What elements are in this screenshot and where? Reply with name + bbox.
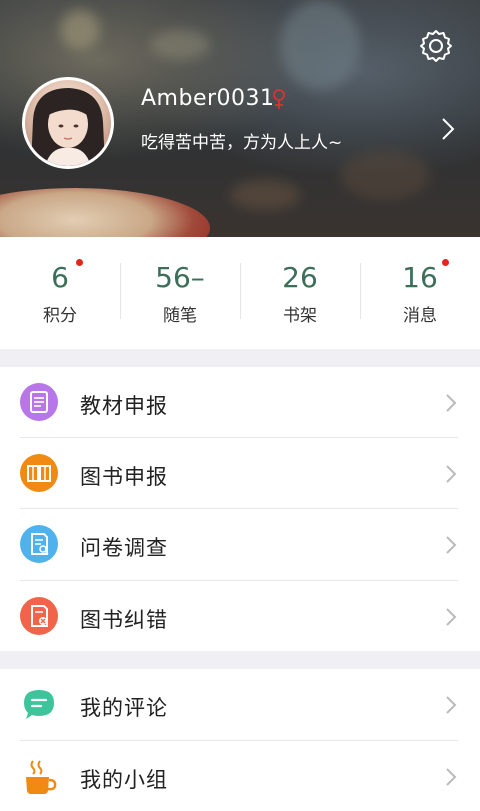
- background-bokeh: [280, 0, 360, 90]
- error-report-icon: [20, 597, 58, 635]
- stat-value: 56–: [155, 261, 205, 294]
- notification-badge: [76, 259, 83, 266]
- stat-value: 26: [282, 261, 318, 294]
- stat-label: 书架: [283, 306, 317, 326]
- menu-item-label: 图书申报: [80, 465, 168, 489]
- comment-icon: [20, 685, 58, 723]
- user-bio: 吃得苦中苦，方为人上人~: [141, 133, 343, 153]
- stat-value: 6: [51, 261, 69, 294]
- stat-points[interactable]: 6 积分: [0, 237, 120, 349]
- chevron-right-icon: [446, 536, 457, 554]
- profile-chevron-right-icon[interactable]: [440, 117, 456, 141]
- coffee-cup-icon: [20, 757, 58, 795]
- menu-item-survey[interactable]: 问卷调查: [0, 509, 480, 579]
- menu-item-label: 问卷调查: [80, 536, 168, 560]
- settings-gear-icon[interactable]: [418, 28, 454, 64]
- stat-notes[interactable]: 56– 随笔: [120, 237, 240, 349]
- stat-label: 消息: [403, 306, 437, 326]
- stat-label: 积分: [43, 306, 77, 326]
- menu-item-label: 教材申报: [80, 394, 168, 418]
- background-bokeh: [340, 150, 430, 200]
- menu-item-book-errata[interactable]: 图书纠错: [0, 581, 480, 651]
- textbook-icon: [20, 383, 58, 421]
- background-bokeh: [230, 180, 300, 210]
- female-gender-icon: [273, 89, 285, 109]
- chevron-right-icon: [446, 394, 457, 412]
- menu-item-book-report[interactable]: 图书申报: [0, 438, 480, 508]
- background-bokeh: [60, 10, 100, 50]
- survey-icon: [20, 525, 58, 563]
- stat-messages[interactable]: 16 消息: [360, 237, 480, 349]
- chevron-right-icon: [446, 608, 457, 626]
- avatar-portrait-icon: [31, 88, 105, 166]
- menu-item-label: 图书纠错: [80, 608, 168, 632]
- section-divider: [0, 651, 480, 669]
- stat-value: 16: [402, 261, 438, 294]
- section-divider: [0, 349, 480, 367]
- profile-header: Amber0031 吃得苦中苦，方为人上人~: [0, 0, 480, 237]
- menu-item-label: 我的评论: [80, 696, 168, 720]
- background-bokeh: [150, 30, 210, 60]
- menu-item-my-groups[interactable]: 我的小组: [0, 741, 480, 811]
- chevron-right-icon: [446, 465, 457, 483]
- coffee-cup-background: [0, 188, 210, 237]
- menu-item-label: 我的小组: [80, 768, 168, 792]
- username: Amber0031: [141, 86, 275, 111]
- stat-label: 随笔: [163, 306, 197, 326]
- stat-bookshelf[interactable]: 26 书架: [240, 237, 360, 349]
- stats-bar: 6 积分 56– 随笔 26 书架 16 消息: [0, 237, 480, 349]
- chevron-right-icon: [446, 696, 457, 714]
- menu-item-my-comments[interactable]: 我的评论: [0, 669, 480, 739]
- avatar[interactable]: [22, 77, 114, 169]
- notification-badge: [442, 259, 449, 266]
- chevron-right-icon: [446, 768, 457, 786]
- open-book-icon: [20, 454, 58, 492]
- menu-item-textbook-report[interactable]: 教材申报: [0, 367, 480, 437]
